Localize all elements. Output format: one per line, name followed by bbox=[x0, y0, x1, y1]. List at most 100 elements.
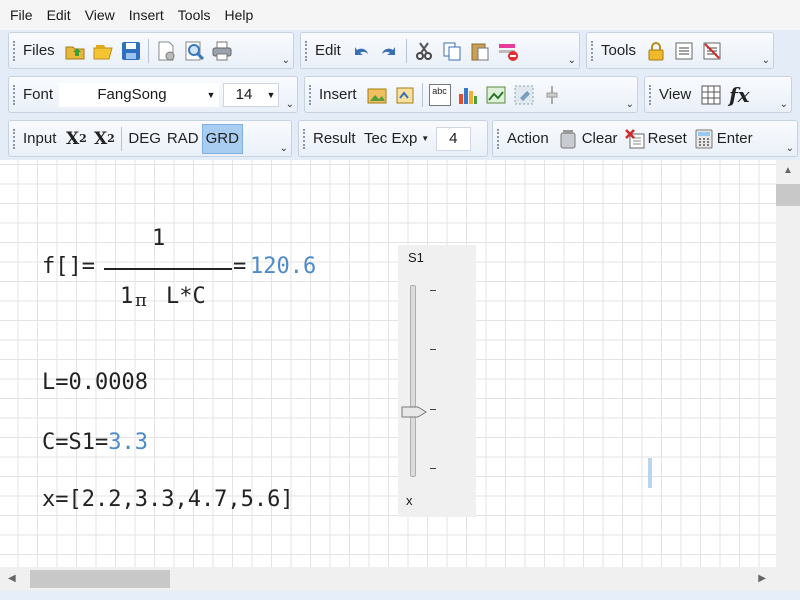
insert-chart-button[interactable] bbox=[454, 81, 482, 109]
undo-button[interactable] bbox=[347, 37, 375, 65]
undo-icon bbox=[354, 46, 368, 55]
scroll-up-icon[interactable]: ▲ bbox=[776, 160, 800, 182]
rad-button[interactable]: RAD bbox=[164, 125, 202, 153]
horizontal-scroll-thumb[interactable] bbox=[30, 570, 170, 588]
overflow-arrow-icon[interactable]: ⌄ bbox=[282, 55, 290, 66]
deg-button[interactable]: DEG bbox=[125, 125, 164, 153]
insert-slider-button[interactable] bbox=[538, 81, 566, 109]
fraction-denominator-coef[interactable]: 1 bbox=[120, 284, 133, 309]
insert-image-button[interactable] bbox=[363, 81, 391, 109]
reset-label: Reset bbox=[647, 130, 687, 147]
toolbar-grip[interactable] bbox=[13, 129, 17, 149]
strike-list-icon bbox=[703, 42, 721, 59]
function-button[interactable]: fx bbox=[725, 81, 753, 109]
insert-file-button[interactable] bbox=[391, 81, 419, 109]
toolbar-grip[interactable] bbox=[309, 85, 313, 105]
c-assignment[interactable]: C=S1=3.3 bbox=[42, 430, 148, 455]
font-label: Font bbox=[23, 86, 54, 103]
insert-object-button[interactable] bbox=[510, 81, 538, 109]
fraction-denominator-expr[interactable]: L*C bbox=[166, 284, 206, 309]
toolbar-grip[interactable] bbox=[649, 85, 653, 105]
font-size-select[interactable]: 14 ▼ bbox=[223, 82, 280, 107]
reset-button[interactable]: Reset bbox=[621, 125, 690, 153]
paste-button[interactable] bbox=[466, 37, 494, 65]
reset-icon bbox=[624, 128, 645, 148]
save-button[interactable] bbox=[117, 37, 145, 65]
superscript-button[interactable]: X2 bbox=[62, 125, 90, 153]
insert-graph-button[interactable] bbox=[482, 81, 510, 109]
attach-object-icon bbox=[514, 85, 534, 104]
scroll-right-icon[interactable]: ▶ bbox=[758, 567, 766, 591]
slider-s1[interactable]: S1 x bbox=[398, 245, 476, 517]
f-function-lhs[interactable]: f[]= bbox=[42, 254, 95, 279]
vertical-scroll-thumb[interactable] bbox=[776, 184, 800, 206]
menu-edit[interactable]: Edit bbox=[40, 0, 78, 30]
overflow-arrow-icon[interactable]: ⌄ bbox=[280, 143, 288, 154]
font-name-select[interactable]: FangSong ▼ bbox=[59, 82, 220, 107]
list-button[interactable] bbox=[670, 37, 698, 65]
clear-list-button[interactable] bbox=[698, 37, 726, 65]
vertical-scrollbar[interactable]: ▲ bbox=[776, 160, 800, 567]
new-file-button[interactable] bbox=[89, 37, 117, 65]
delete-button[interactable] bbox=[494, 37, 522, 65]
insert-text-button[interactable]: abc bbox=[426, 81, 454, 109]
overflow-arrow-icon[interactable]: ⌄ bbox=[780, 99, 788, 110]
menu-insert[interactable]: Insert bbox=[122, 0, 171, 30]
printer-icon bbox=[212, 41, 232, 60]
slider-track[interactable] bbox=[410, 285, 416, 477]
save-icon bbox=[121, 41, 140, 60]
pi-symbol: π bbox=[135, 290, 147, 311]
insert-toolbar: Insert abc ⌄ bbox=[304, 76, 638, 113]
toolbar-grip[interactable] bbox=[13, 85, 17, 105]
overflow-arrow-icon[interactable]: ⌄ bbox=[626, 99, 634, 110]
overflow-arrow-icon[interactable]: ⌄ bbox=[762, 55, 770, 66]
overflow-arrow-icon[interactable]: ⌄ bbox=[286, 99, 294, 110]
grid-toggle-button[interactable] bbox=[697, 81, 725, 109]
lock-button[interactable] bbox=[642, 37, 670, 65]
toolbar-grip[interactable] bbox=[497, 129, 501, 149]
clear-button[interactable]: Clear bbox=[555, 125, 621, 153]
grd-button[interactable]: GRD bbox=[201, 123, 243, 154]
fraction-numerator[interactable]: 1 bbox=[152, 226, 165, 251]
overflow-arrow-icon[interactable]: ⌄ bbox=[568, 55, 576, 66]
page-setup-button[interactable] bbox=[152, 37, 180, 65]
precision-value: 4 bbox=[449, 130, 458, 147]
copy-button[interactable] bbox=[438, 37, 466, 65]
x-vector-assignment[interactable]: x=[2.2,3.3,4.7,5.6] bbox=[42, 487, 294, 512]
print-preview-button[interactable] bbox=[180, 37, 208, 65]
cut-button[interactable] bbox=[410, 37, 438, 65]
toolbar-grip[interactable] bbox=[13, 41, 17, 61]
slider-tick bbox=[430, 468, 436, 469]
enter-label: Enter bbox=[716, 130, 753, 147]
menu-view[interactable]: View bbox=[78, 0, 122, 30]
print-button[interactable] bbox=[208, 37, 236, 65]
toolbar-grip[interactable] bbox=[305, 41, 309, 61]
scroll-left-icon[interactable]: ◀ bbox=[8, 567, 16, 591]
subscript-button[interactable]: X2 bbox=[90, 125, 118, 153]
enter-button[interactable]: Enter bbox=[690, 125, 756, 153]
toolbar-separator bbox=[147, 38, 149, 63]
toolbar-area: Files ⌄ Edit ⌄ Tools ⌄ Font FangSong ▼ 1… bbox=[0, 30, 800, 160]
horizontal-scrollbar[interactable]: ◀ ▶ bbox=[0, 567, 776, 591]
toolbar-row-2: Font FangSong ▼ 14 ▼ ⌄ Insert abc ⌄ View… bbox=[0, 74, 800, 114]
slider-thumb[interactable] bbox=[401, 406, 427, 418]
worksheet-canvas[interactable]: f[]= 1 1 π L*C = 120.6 L=0.0008 C=S1=3.3… bbox=[0, 160, 776, 567]
slider-tick bbox=[430, 409, 436, 410]
toolbar-grip[interactable] bbox=[303, 129, 307, 149]
bar-chart-icon bbox=[458, 87, 477, 104]
overflow-arrow-icon[interactable]: ⌄ bbox=[786, 143, 794, 154]
view-toolbar: View fx ⌄ bbox=[644, 76, 792, 113]
insert-file-icon bbox=[396, 87, 414, 103]
list-icon bbox=[675, 42, 693, 59]
menu-help[interactable]: Help bbox=[217, 0, 260, 30]
insert-picture-icon bbox=[367, 88, 387, 103]
font-toolbar: Font FangSong ▼ 14 ▼ ⌄ bbox=[8, 76, 298, 113]
redo-button[interactable] bbox=[375, 37, 403, 65]
menu-file[interactable]: File bbox=[0, 0, 40, 30]
format-dropdown[interactable]: Tec Exp ▼ bbox=[362, 125, 432, 153]
open-folder-button[interactable] bbox=[61, 37, 89, 65]
toolbar-grip[interactable] bbox=[591, 41, 595, 61]
l-assignment[interactable]: L=0.0008 bbox=[42, 370, 148, 395]
precision-input[interactable]: 4 bbox=[435, 126, 471, 151]
menu-tools[interactable]: Tools bbox=[171, 0, 218, 30]
